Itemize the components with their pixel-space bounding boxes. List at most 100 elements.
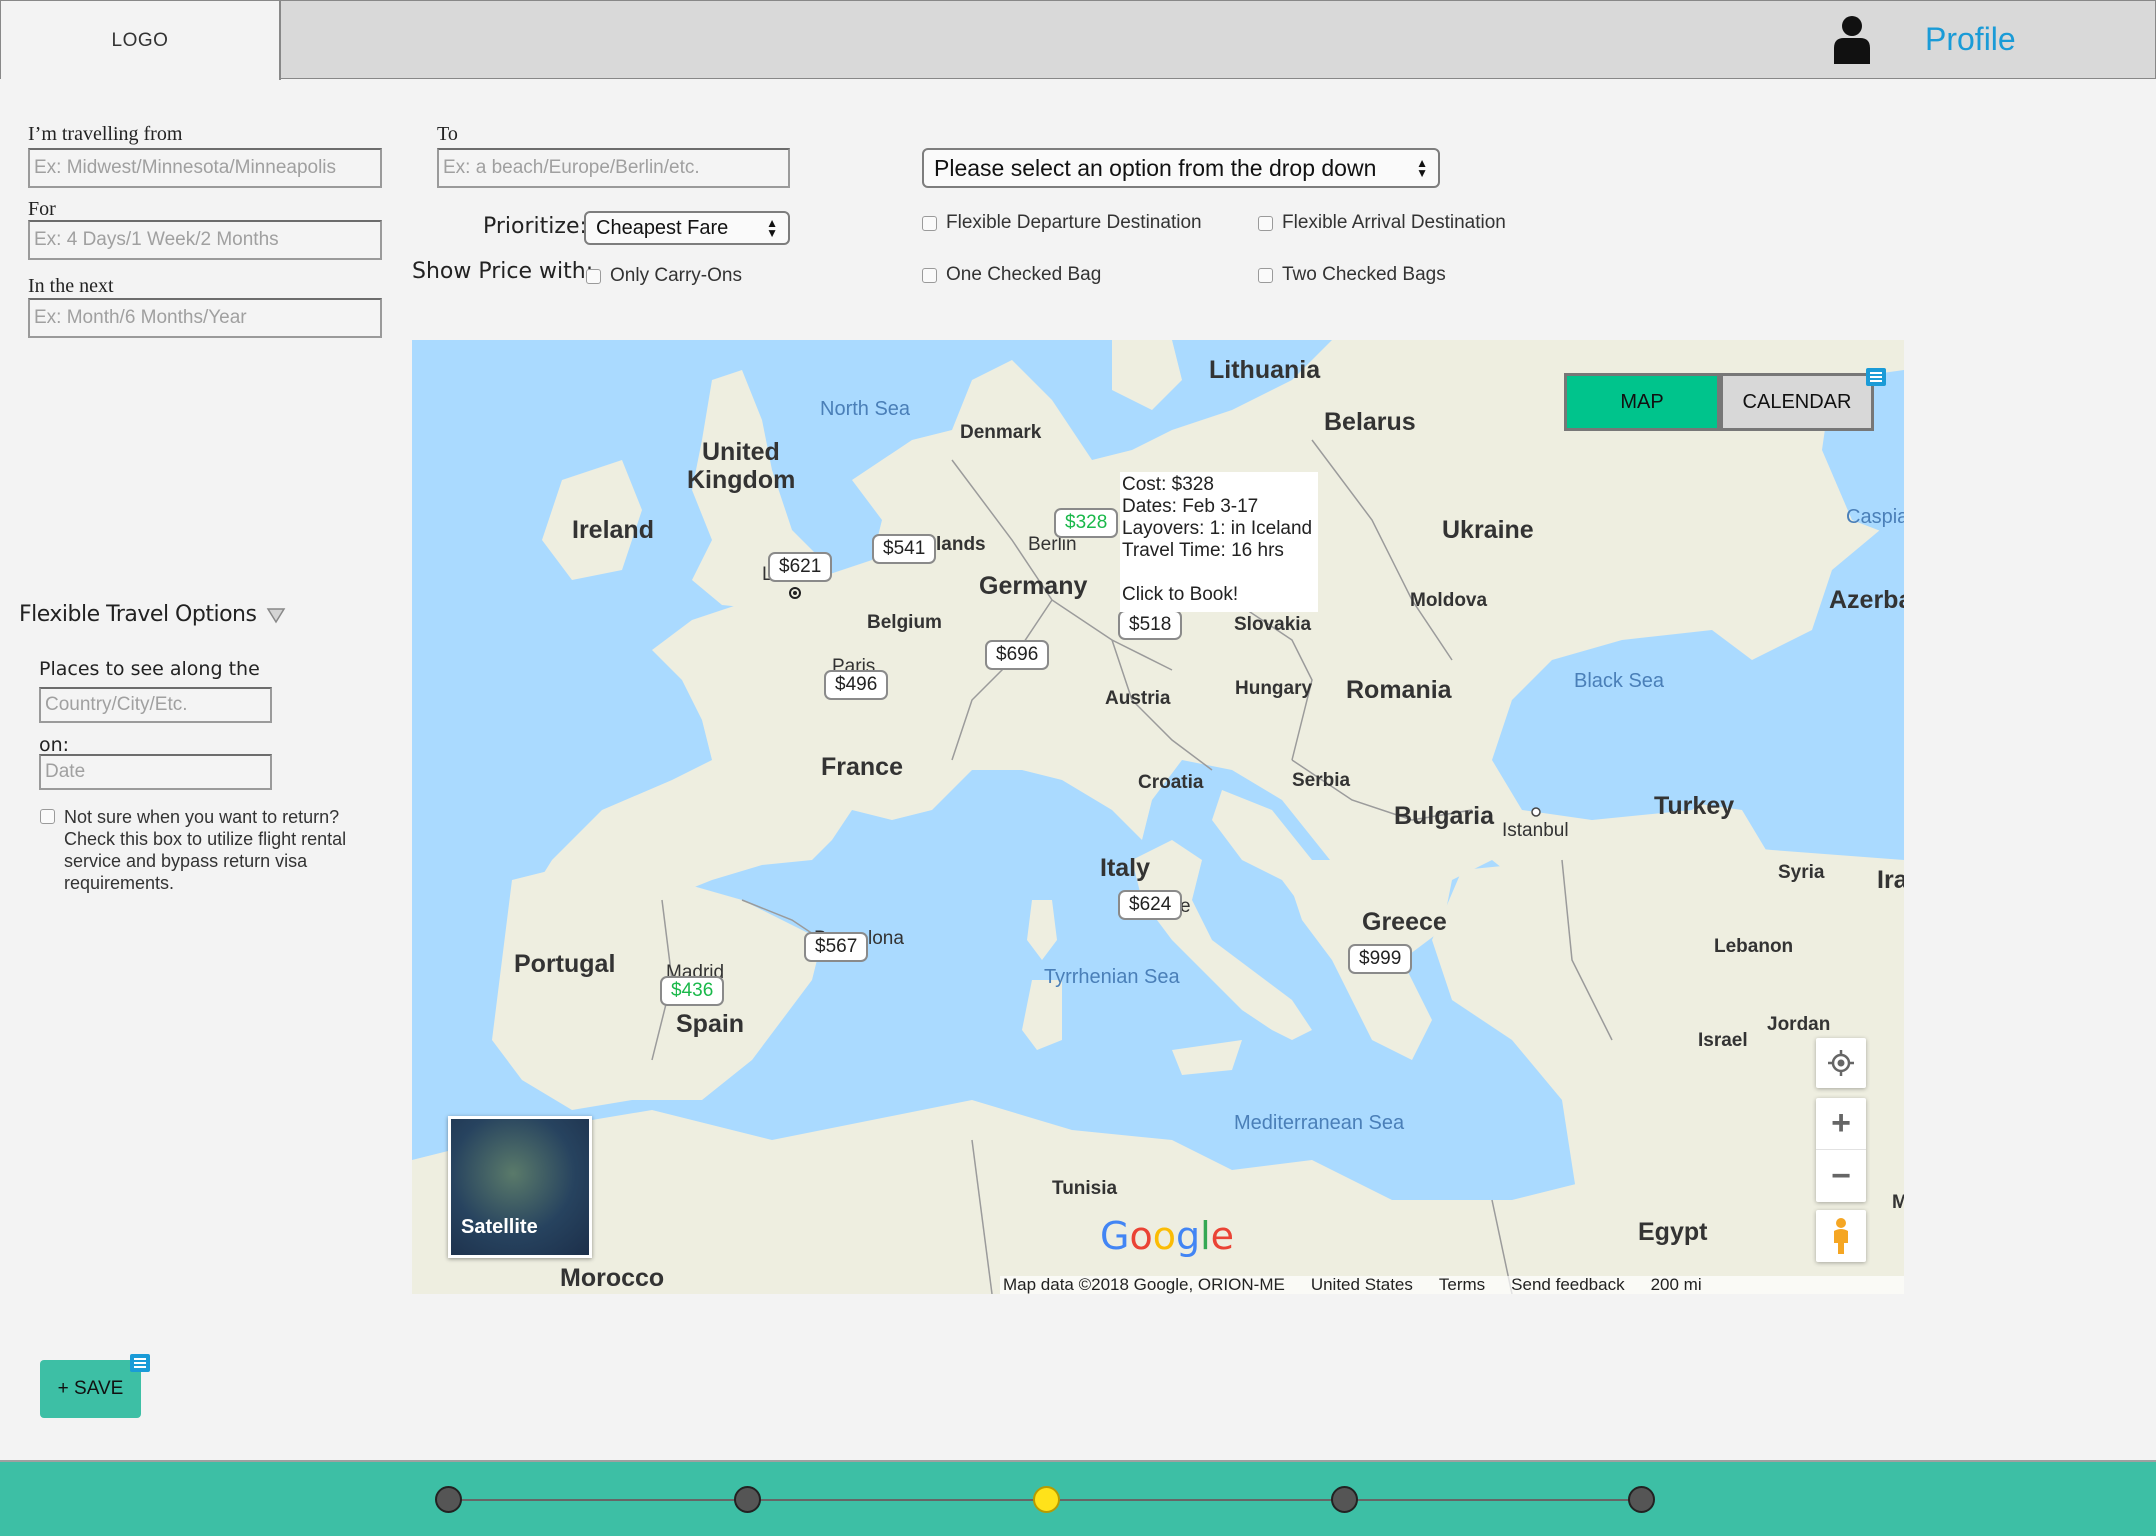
country-label: Slovakia [1234,614,1312,635]
carry-on-checkbox[interactable]: Only Carry-Ons [586,265,742,287]
country-label: Morocco [560,1264,665,1292]
for-label: For [28,198,56,220]
profile-avatar-icon[interactable] [1832,14,1872,64]
view-tabs: MAP CALENDAR [1564,373,1874,431]
tab-calendar[interactable]: CALENDAR [1720,373,1874,431]
country-label: Moldova [1410,590,1488,611]
satellite-toggle[interactable]: Satellite [448,1116,592,1258]
google-logo: Google [1100,1214,1235,1258]
flight-tooltip[interactable]: Cost: $328 Dates: Feb 3-17 Layovers: 1: … [1120,472,1318,612]
country-label: France [821,753,903,781]
london-marker-icon [789,587,801,599]
date-input[interactable] [39,754,272,790]
checkbox-box[interactable] [922,215,937,231]
country-label: Ireland [572,516,654,544]
country-label: Kingdom [687,466,796,494]
price-marker[interactable]: $696 [985,640,1050,670]
country-label: Italy [1100,854,1151,882]
price-marker[interactable]: $541 [872,534,937,564]
city-label: lands [936,534,986,555]
map-terms-link[interactable]: Terms [1439,1275,1485,1294]
map-data-credit: Map data ©2018 Google, ORION-ME [1003,1275,1285,1294]
places-input[interactable] [39,687,272,723]
map-scale[interactable]: 200 mi [1651,1275,1702,1294]
checkbox-box[interactable] [1258,215,1273,231]
water-label: Tyrrhenian Sea [1044,966,1180,988]
zoom-out-button[interactable]: − [1816,1150,1866,1202]
my-location-button[interactable] [1816,1038,1866,1088]
logo[interactable]: LOGO [1,1,281,80]
prioritize-select[interactable]: Cheapest Fare ▲ ▼ [584,211,790,245]
tooltip-book-link[interactable]: Click to Book! [1122,584,1316,606]
on-label: on: [39,734,70,756]
checkbox-box[interactable] [586,268,601,284]
one-bag-checkbox[interactable]: One Checked Bag [922,264,1101,286]
duration-input[interactable] [28,220,382,260]
price-marker[interactable]: $621 [768,552,833,582]
country-label: Turkey [1654,792,1735,820]
profile-link[interactable]: Profile [1925,21,2016,58]
places-label: Places to see along the [39,658,260,680]
select-arrows-icon: ▲ ▼ [1416,156,1428,180]
flex-departure-checkbox[interactable]: Flexible Departure Destination [922,212,1202,234]
water-label: North Sea [820,398,911,420]
price-marker[interactable]: $567 [804,932,869,962]
price-marker[interactable]: $999 [1348,944,1413,974]
timeframe-input[interactable] [28,298,382,338]
flight-map[interactable]: Lithuania Belarus Ukraine United Kingdom… [412,340,1904,1294]
country-label: Portugal [514,950,616,978]
street-view-pegman[interactable] [1816,1210,1866,1262]
save-button[interactable]: + SAVE [40,1360,141,1418]
price-marker[interactable]: $624 [1118,890,1183,920]
country-label: Lithuania [1209,356,1321,384]
country-label: United [702,438,780,466]
progress-step-4[interactable] [1331,1486,1358,1513]
map-attribution: Map data ©2018 Google, ORION-ME United S… [1000,1275,1904,1294]
flex-arrival-checkbox[interactable]: Flexible Arrival Destination [1258,212,1506,234]
carry-on-label: Only Carry-Ons [610,265,742,286]
country-label: Romania [1346,676,1452,704]
checkbox-box[interactable] [1258,267,1273,283]
country-label: Israel [1698,1030,1748,1051]
country-label: Egypt [1638,1218,1708,1246]
footer-progress-bar [0,1460,2156,1536]
price-marker[interactable]: $436 [660,976,725,1006]
country-label: Austria [1105,688,1171,709]
show-price-label: Show Price with: [412,259,594,284]
two-bag-label: Two Checked Bags [1282,264,1446,285]
progress-step-3[interactable] [1033,1486,1060,1513]
progress-step-5[interactable] [1628,1486,1655,1513]
tab-map[interactable]: MAP [1564,373,1720,431]
country-label: Croatia [1138,772,1204,793]
tooltip-layovers: Layovers: 1: in Iceland [1122,518,1313,539]
options-dropdown[interactable]: Please select an option from the drop do… [922,148,1440,188]
map-feedback-link[interactable]: Send feedback [1511,1275,1624,1294]
flex-arrival-label: Flexible Arrival Destination [1282,212,1506,233]
destination-input[interactable] [437,148,790,188]
from-input[interactable] [28,148,382,188]
note-icon[interactable] [130,1354,150,1372]
price-marker[interactable]: $328 [1054,508,1119,538]
crosshair-icon [1828,1050,1854,1076]
price-marker[interactable]: $496 [824,670,889,700]
zoom-in-button[interactable]: + [1816,1098,1866,1150]
checkbox-box[interactable] [922,267,937,283]
one-bag-label: One Checked Bag [946,264,1102,285]
map-region-link[interactable]: United States [1311,1275,1413,1294]
price-marker[interactable]: $518 [1118,610,1183,640]
tooltip-travel-time: Travel Time: 16 hrs [1122,540,1284,561]
progress-step-1[interactable] [435,1486,462,1513]
flexible-options-title: Flexible Travel Options [19,602,257,627]
flexible-options-toggle[interactable]: Flexible Travel Options [19,602,286,627]
country-label: Belgium [867,612,942,633]
country-label: Greece [1362,908,1447,936]
prioritize-value: Cheapest Fare [596,216,729,239]
checkbox-box[interactable] [40,809,55,824]
note-icon[interactable] [1866,368,1886,386]
two-bag-checkbox[interactable]: Two Checked Bags [1258,264,1446,286]
progress-step-2[interactable] [734,1486,761,1513]
country-label: Bulgaria [1394,802,1495,830]
country-label: Germany [979,572,1088,600]
city-label: Istanbul [1502,820,1569,841]
return-checkbox[interactable]: Not sure when you want to return? Check … [40,806,350,894]
